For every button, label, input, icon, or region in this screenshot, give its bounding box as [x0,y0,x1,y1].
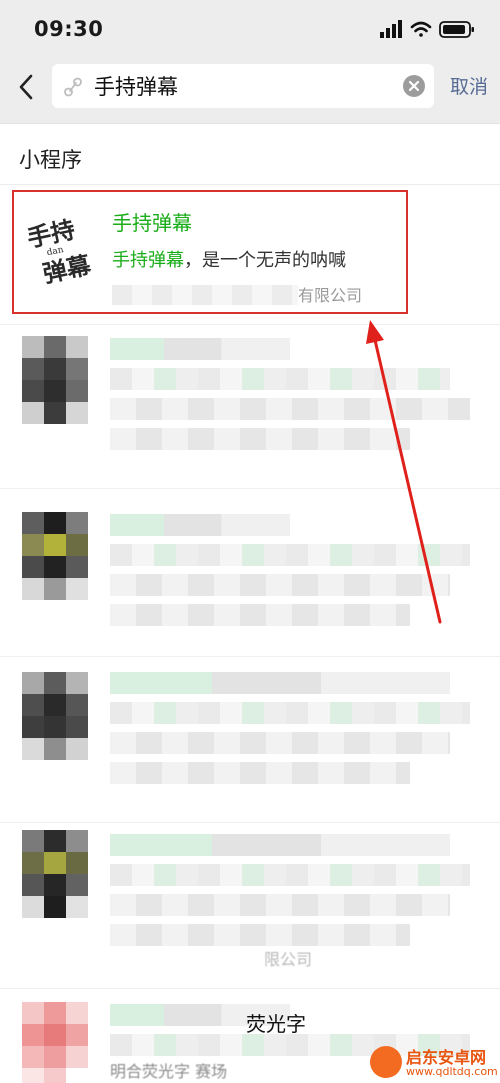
watermark-url: www.qdltdq.com [406,1065,498,1078]
blurred-text [110,514,470,634]
list-divider [0,656,500,657]
search-bar: 取消 [0,58,500,124]
list-divider [0,988,500,989]
result-description: 手持弹幕，是一个无声的呐喊 [112,246,346,272]
blurred-icon [22,512,88,600]
desc-highlight: 手持弹幕 [112,250,184,271]
blurred-company-name [112,285,298,305]
back-icon[interactable] [14,70,38,104]
desc-rest: ，是一个无声的呐喊 [184,250,346,271]
watermark: 启东安卓网 www.qdltdq.com [366,1042,500,1083]
mini-program-result[interactable]: 手持 dan 弹幕 手持弹幕 手持弹幕，是一个无声的呐喊 有限公司 [12,190,408,314]
list-divider [0,488,500,489]
blurred-icon [22,830,88,918]
app-logo: 手持 dan 弹幕 [24,208,102,286]
cancel-button[interactable]: 取消 [450,72,488,99]
partial-title: 荧光字 [246,1012,306,1036]
search-input[interactable] [94,69,384,103]
company-suffix: 有限公司 [298,286,363,305]
blurred-text [110,834,470,954]
partial-company-text: 限公司 [264,950,313,969]
clear-icon[interactable] [402,74,426,98]
blurred-text [110,338,470,458]
list-divider [0,822,500,823]
link-icon [64,77,82,97]
battery-icon [439,21,474,38]
result-company: 有限公司 [112,282,362,306]
search-box[interactable] [52,64,434,108]
signal-icon [380,20,402,38]
status-bar: 09:30 [0,0,500,58]
blurred-icon [22,1002,88,1083]
list-item[interactable] [0,658,500,820]
list-item[interactable] [0,326,500,486]
partial-desc: 明合荧光字 赛场 [110,1062,228,1081]
blurred-text [110,672,470,792]
blurred-icon [22,672,88,760]
wifi-icon [410,21,432,37]
watermark-logo-icon [370,1046,402,1078]
blurred-icon [22,336,88,424]
status-icons [380,20,474,38]
section-divider [0,184,500,185]
status-time: 09:30 [34,17,104,41]
list-item[interactable] [0,490,500,654]
list-item[interactable]: 限公司 [0,824,500,986]
section-title: 小程序 [19,148,82,172]
list-divider [0,324,500,325]
result-name: 手持弹幕 [112,211,192,235]
